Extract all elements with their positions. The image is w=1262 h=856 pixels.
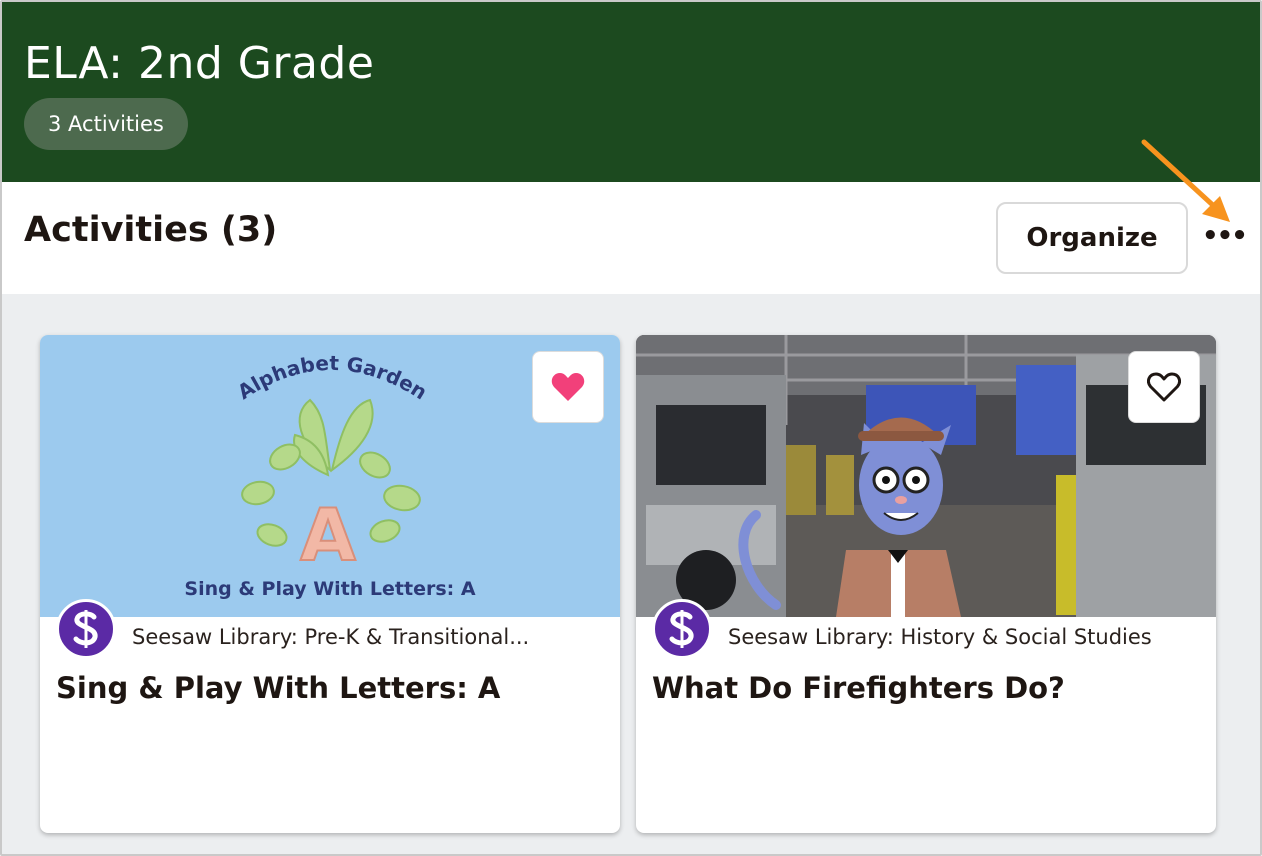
activity-card[interactable]: Alphabet Garden A Sing & Play With Lette… [40, 335, 620, 833]
activity-count-badge: 3 Activities [24, 98, 188, 150]
thumbnail-caption: Sing & Play With Letters: A [184, 578, 475, 600]
favorite-button[interactable] [1128, 351, 1200, 423]
app-frame: ELA: 2nd Grade 3 Activities Activities (… [0, 0, 1262, 856]
thumbnail-letter: A [300, 493, 356, 577]
activity-source: Seesaw Library: History & Social Studies [728, 625, 1152, 649]
heart-filled-icon [551, 373, 585, 401]
activities-toolbar: Activities (3) Organize ••• [2, 182, 1260, 294]
section-title: Activities (3) [24, 210, 278, 250]
page-title: ELA: 2nd Grade [24, 38, 375, 89]
activity-title: Sing & Play With Letters: A [56, 671, 501, 705]
activity-title: What Do Firefighters Do? [652, 671, 1065, 705]
annotation-arrow-icon [1141, 139, 1230, 222]
favorite-button[interactable] [532, 351, 604, 423]
activity-card[interactable]: Seesaw Library: History & Social Studies… [636, 335, 1216, 833]
seesaw-logo-icon [652, 599, 712, 659]
activity-source: Seesaw Library: Pre-K & Transitional... [132, 625, 530, 649]
heart-outline-icon [1147, 372, 1181, 402]
seesaw-logo-icon [56, 599, 116, 659]
class-header: ELA: 2nd Grade 3 Activities [2, 2, 1260, 182]
